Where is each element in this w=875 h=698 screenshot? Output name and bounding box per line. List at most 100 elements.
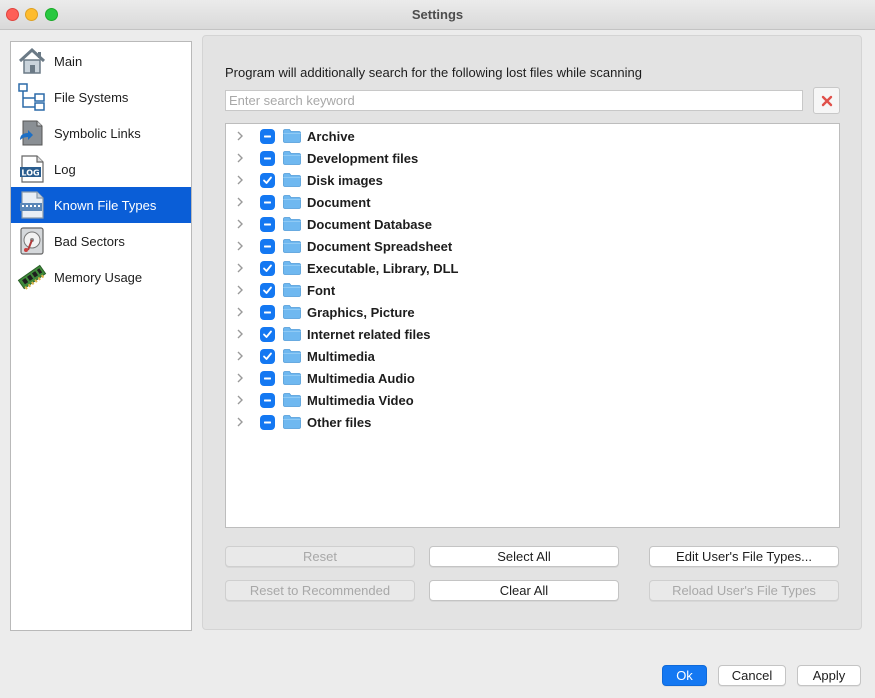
partial-checkbox[interactable] bbox=[260, 150, 275, 166]
tree-row[interactable]: Multimedia Video bbox=[226, 389, 839, 411]
chevron-right-icon[interactable] bbox=[234, 329, 246, 339]
panel-description: Program will additionally search for the… bbox=[225, 65, 642, 80]
partial-checkbox[interactable] bbox=[260, 304, 275, 320]
chevron-right-icon[interactable] bbox=[234, 395, 246, 405]
chevron-right-icon[interactable] bbox=[234, 263, 246, 273]
sidebar-item-symbolic-links[interactable]: Symbolic Links bbox=[11, 115, 191, 151]
dash-icon bbox=[262, 197, 273, 208]
chevron-right-icon[interactable] bbox=[234, 175, 246, 185]
tree-row[interactable]: Document bbox=[226, 191, 839, 213]
tree-item-label: Document bbox=[307, 194, 371, 210]
tree-row[interactable]: Font bbox=[226, 279, 839, 301]
tree-row[interactable]: Executable, Library, DLL bbox=[226, 257, 839, 279]
dash-icon bbox=[262, 131, 273, 142]
sidebar-item-main[interactable]: Main bbox=[11, 43, 191, 79]
tree-item-label: Internet related files bbox=[307, 326, 431, 342]
file-types-icon bbox=[16, 189, 48, 221]
partial-checkbox[interactable] bbox=[260, 238, 275, 254]
chevron-right-icon[interactable] bbox=[234, 197, 246, 207]
chevron-right-icon[interactable] bbox=[234, 351, 246, 361]
tree-item-label: Executable, Library, DLL bbox=[307, 260, 459, 276]
sidebar-item-label: Memory Usage bbox=[54, 269, 143, 285]
folder-icon bbox=[283, 151, 301, 165]
tree-item-label: Other files bbox=[307, 414, 372, 430]
tree-row[interactable]: Other files bbox=[226, 411, 839, 433]
chevron-right-icon[interactable] bbox=[234, 417, 246, 427]
chevron-right-icon[interactable] bbox=[234, 153, 246, 163]
tree-row[interactable]: Multimedia Audio bbox=[226, 367, 839, 389]
clear-all-button[interactable]: Clear All bbox=[429, 580, 619, 601]
folder-icon bbox=[283, 415, 301, 429]
folder-icon bbox=[283, 305, 301, 319]
partial-checkbox[interactable] bbox=[260, 414, 275, 430]
checkmark-icon bbox=[262, 263, 273, 274]
reset-button[interactable]: Reset bbox=[225, 546, 415, 567]
dash-icon bbox=[262, 241, 273, 252]
chevron-right-icon[interactable] bbox=[234, 131, 246, 141]
tree-row[interactable]: Disk images bbox=[226, 169, 839, 191]
tree-row[interactable]: Graphics, Picture bbox=[226, 301, 839, 323]
reset-to-recommended-button[interactable]: Reset to Recommended bbox=[225, 580, 415, 601]
folder-icon bbox=[283, 283, 301, 297]
tree-row[interactable]: Document Spreadsheet bbox=[226, 235, 839, 257]
sidebar-item-known-file-types[interactable]: Known File Types bbox=[11, 187, 191, 223]
dash-icon bbox=[262, 219, 273, 230]
folder-icon bbox=[283, 173, 301, 187]
checked-checkbox[interactable] bbox=[260, 326, 275, 342]
chevron-right-icon[interactable] bbox=[234, 307, 246, 317]
title-bar: Settings bbox=[0, 0, 875, 30]
search-input[interactable] bbox=[225, 90, 803, 111]
tree-item-label: Font bbox=[307, 282, 336, 298]
sidebar-item-label: Bad Sectors bbox=[54, 233, 125, 249]
sidebar-item-label: Symbolic Links bbox=[54, 125, 141, 141]
checked-checkbox[interactable] bbox=[260, 172, 275, 188]
sidebar-item-log[interactable]: LOG Log bbox=[11, 151, 191, 187]
partial-checkbox[interactable] bbox=[260, 216, 275, 232]
tree-row[interactable]: Multimedia bbox=[226, 345, 839, 367]
partial-checkbox[interactable] bbox=[260, 370, 275, 386]
checked-checkbox[interactable] bbox=[260, 282, 275, 298]
svg-text:LOG: LOG bbox=[21, 169, 39, 178]
partial-checkbox[interactable] bbox=[260, 392, 275, 408]
folder-icon bbox=[283, 217, 301, 231]
sidebar-item-bad-sectors[interactable]: Bad Sectors bbox=[11, 223, 191, 259]
file-tree-icon bbox=[16, 81, 48, 113]
chevron-right-icon[interactable] bbox=[234, 241, 246, 251]
sidebar-item-memory-usage[interactable]: Memory Usage bbox=[11, 259, 191, 295]
tree-item-label: Multimedia Audio bbox=[307, 370, 415, 386]
disk-icon bbox=[16, 225, 48, 257]
checked-checkbox[interactable] bbox=[260, 348, 275, 364]
dash-icon bbox=[262, 307, 273, 318]
folder-icon bbox=[283, 371, 301, 385]
partial-checkbox[interactable] bbox=[260, 194, 275, 210]
chevron-right-icon[interactable] bbox=[234, 219, 246, 229]
window-title: Settings bbox=[411, 7, 464, 22]
tree-row[interactable]: Development files bbox=[226, 147, 839, 169]
apply-button[interactable]: Apply bbox=[797, 665, 861, 686]
file-types-tree: Archive Development files Disk images Docum… bbox=[225, 123, 840, 528]
tree-item-label: Document Spreadsheet bbox=[307, 238, 453, 254]
chevron-right-icon[interactable] bbox=[234, 285, 246, 295]
ok-button[interactable]: Ok bbox=[662, 665, 707, 686]
chevron-right-icon[interactable] bbox=[234, 373, 246, 383]
reload-user-file-types-button[interactable]: Reload User's File Types bbox=[649, 580, 839, 601]
tree-item-label: Multimedia Video bbox=[307, 392, 414, 408]
cancel-button[interactable]: Cancel bbox=[718, 665, 786, 686]
clear-search-button[interactable] bbox=[813, 87, 840, 114]
house-icon bbox=[16, 45, 48, 77]
folder-icon bbox=[283, 239, 301, 253]
checkmark-icon bbox=[262, 329, 273, 340]
dash-icon bbox=[262, 395, 273, 406]
folder-icon bbox=[283, 129, 301, 143]
tree-item-label: Graphics, Picture bbox=[307, 304, 415, 320]
checked-checkbox[interactable] bbox=[260, 260, 275, 276]
tree-item-label: Archive bbox=[307, 128, 355, 144]
partial-checkbox[interactable] bbox=[260, 128, 275, 144]
sidebar-item-label: File Systems bbox=[54, 89, 129, 105]
select-all-button[interactable]: Select All bbox=[429, 546, 619, 567]
edit-user-file-types-button[interactable]: Edit User's File Types... bbox=[649, 546, 839, 567]
tree-row[interactable]: Archive bbox=[226, 125, 839, 147]
tree-row[interactable]: Document Database bbox=[226, 213, 839, 235]
tree-row[interactable]: Internet related files bbox=[226, 323, 839, 345]
sidebar-item-file-systems[interactable]: File Systems bbox=[11, 79, 191, 115]
